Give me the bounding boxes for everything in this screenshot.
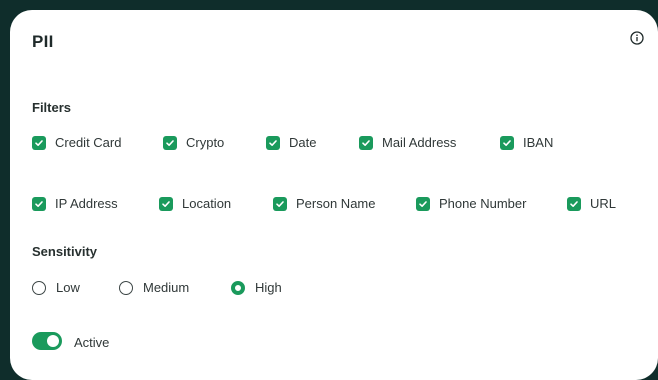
pii-panel: PII Filters Credit Card Crypto Date Mail… <box>10 10 658 380</box>
radio-unchecked-icon <box>32 280 46 295</box>
check-icon <box>163 135 177 150</box>
check-icon <box>266 135 280 150</box>
filter-iban-checkbox[interactable]: IBAN <box>500 135 553 150</box>
radio-label: Low <box>56 280 80 295</box>
filter-label: Credit Card <box>55 135 122 150</box>
filter-phone-number-checkbox[interactable]: Phone Number <box>416 196 526 211</box>
filter-date-checkbox[interactable]: Date <box>266 135 316 150</box>
active-toggle[interactable] <box>32 332 62 350</box>
filter-label: URL <box>590 196 617 211</box>
filter-mail-address-checkbox[interactable]: Mail Address <box>359 135 456 150</box>
filter-label: Location <box>182 196 232 211</box>
radio-label: High <box>255 280 282 295</box>
filter-label: IP Address <box>55 196 118 211</box>
sensitivity-low-radio[interactable]: Low <box>32 280 80 295</box>
check-icon <box>416 196 430 211</box>
sensitivity-medium-radio[interactable]: Medium <box>119 280 189 295</box>
check-icon <box>567 196 581 211</box>
filter-label: Crypto <box>186 135 225 150</box>
sensitivity-high-radio[interactable]: High <box>231 280 282 295</box>
sensitivity-label: Sensitivity <box>32 244 98 259</box>
filter-label: Person Name <box>296 196 376 211</box>
check-icon <box>359 135 373 150</box>
filter-label: Date <box>289 135 317 150</box>
radio-checked-icon <box>231 280 245 295</box>
check-icon <box>500 135 514 150</box>
filter-person-name-checkbox[interactable]: Person Name <box>273 196 375 211</box>
radio-label: Medium <box>143 280 190 295</box>
filter-label: Mail Address <box>382 135 457 150</box>
filter-label: Phone Number <box>439 196 527 211</box>
check-icon <box>32 135 46 150</box>
filter-credit-card-checkbox[interactable]: Credit Card <box>32 135 121 150</box>
filter-crypto-checkbox[interactable]: Crypto <box>163 135 224 150</box>
filter-url-checkbox[interactable]: URL <box>567 196 616 211</box>
info-icon[interactable] <box>630 31 644 45</box>
filter-ip-address-checkbox[interactable]: IP Address <box>32 196 118 211</box>
active-label: Active <box>74 335 110 350</box>
check-icon <box>273 196 287 211</box>
check-icon <box>32 196 46 211</box>
radio-unchecked-icon <box>119 280 133 295</box>
filter-location-checkbox[interactable]: Location <box>159 196 231 211</box>
check-icon <box>159 196 173 211</box>
filters-label: Filters <box>32 100 72 115</box>
filter-label: IBAN <box>523 135 554 150</box>
panel-title: PII <box>32 32 54 51</box>
toggle-knob <box>47 335 59 347</box>
